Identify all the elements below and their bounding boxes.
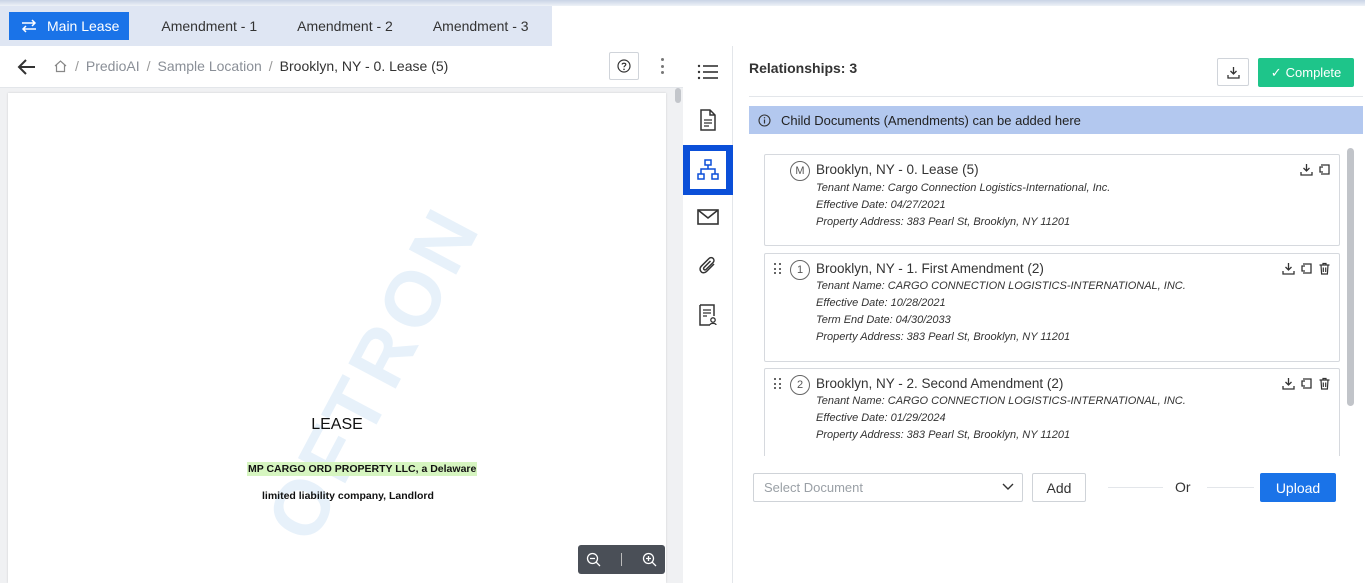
breadcrumb: / PredioAI / Sample Location / Brooklyn,… — [53, 58, 448, 74]
card-address: Property Address: 383 Pearl St, Brooklyn… — [816, 429, 1071, 441]
question-circle-icon — [617, 59, 631, 73]
breadcrumb-sample-location[interactable]: Sample Location — [157, 58, 261, 74]
card-address: Property Address: 383 Pearl St, Brooklyn… — [816, 331, 1071, 343]
breadcrumb-separator: / — [146, 58, 151, 74]
open-document-icon[interactable] — [1300, 377, 1313, 390]
relationship-card[interactable]: 1 Brooklyn, NY - 1. First Amendment (2) … — [764, 253, 1340, 362]
select-placeholder: Select Document — [764, 480, 863, 495]
card-tenant: Tenant Name: CARGO CONNECTION LOGISTICS-… — [816, 395, 1186, 407]
add-button[interactable]: Add — [1032, 473, 1086, 502]
card-title: Brooklyn, NY - 1. First Amendment (2) — [816, 261, 1044, 276]
trash-icon[interactable] — [1318, 262, 1331, 275]
tab-label: Amendment - 3 — [432, 18, 529, 34]
download-icon[interactable] — [1282, 377, 1295, 390]
complete-label: Complete — [1285, 65, 1342, 80]
arrow-left-icon — [17, 59, 35, 75]
home-icon[interactable] — [53, 59, 68, 73]
document-icon — [700, 109, 716, 131]
viewer-scrollbar[interactable] — [675, 88, 681, 103]
card-actions — [1300, 163, 1331, 176]
tab-main-lease[interactable]: Main Lease — [9, 12, 130, 40]
card-actions — [1282, 262, 1331, 275]
sitemap-icon — [697, 159, 719, 180]
breadcrumb-current: Brooklyn, NY - 0. Lease (5) — [279, 58, 449, 74]
card-tenant: Tenant Name: CARGO CONNECTION LOGISTICS-… — [816, 280, 1186, 292]
drag-handle-icon[interactable] — [774, 263, 782, 275]
card-badge: 1 — [790, 260, 810, 280]
tab-amendment-3[interactable]: Amendment - 3 — [417, 12, 545, 40]
card-badge: 2 — [790, 375, 810, 395]
rail-report-button[interactable] — [683, 290, 733, 340]
card-term-end-date: Term End Date: 04/30/2033 — [816, 314, 951, 326]
document-title: LEASE — [311, 416, 363, 433]
complete-button[interactable]: ✓ Complete — [1258, 58, 1354, 87]
trash-icon[interactable] — [1318, 377, 1331, 390]
open-document-icon[interactable] — [1300, 262, 1313, 275]
card-effective-date: Effective Date: 01/29/2024 — [816, 412, 946, 424]
back-button[interactable] — [16, 56, 38, 78]
document-viewer: OFTRON LEASE MP CARGO ORD PROPERTY LLC, … — [0, 88, 683, 583]
info-text: Child Documents (Amendments) can be adde… — [781, 112, 1081, 128]
info-banner: Child Documents (Amendments) can be adde… — [749, 106, 1363, 134]
zoom-divider — [621, 553, 622, 566]
document-tabs: Main Lease Amendment - 1 Amendment - 2 A… — [0, 6, 552, 46]
card-badge: M — [790, 161, 810, 181]
more-options-icon[interactable] — [656, 55, 668, 77]
or-divider — [1207, 487, 1254, 488]
help-button[interactable] — [609, 52, 639, 80]
rail-relationships-button[interactable] — [683, 145, 733, 195]
or-label: Or — [1175, 479, 1191, 495]
chevron-down-icon — [1002, 483, 1014, 490]
report-icon — [699, 304, 717, 326]
card-effective-date: Effective Date: 04/27/2021 — [816, 199, 946, 211]
card-title: Brooklyn, NY - 0. Lease (5) — [816, 162, 979, 177]
download-button[interactable] — [1217, 58, 1249, 86]
side-icon-rail — [683, 46, 733, 583]
card-address: Property Address: 383 Pearl St, Brooklyn… — [816, 216, 1071, 228]
breadcrumb-separator: / — [75, 58, 79, 74]
rail-outline-button[interactable] — [683, 47, 733, 97]
drag-handle-icon[interactable] — [774, 378, 782, 390]
check-icon: ✓ — [1270, 64, 1282, 80]
zoom-in-icon[interactable] — [642, 552, 657, 567]
list-icon — [697, 64, 718, 80]
viewer-header: / PredioAI / Sample Location / Brooklyn,… — [0, 46, 683, 88]
card-effective-date: Effective Date: 10/28/2021 — [816, 297, 946, 309]
rail-document-button[interactable] — [683, 95, 733, 145]
zoom-controls — [578, 545, 665, 574]
card-actions — [1282, 377, 1331, 390]
info-circle-icon — [758, 113, 771, 127]
breadcrumb-predioai[interactable]: PredioAI — [86, 58, 140, 74]
tab-label: Amendment - 2 — [297, 18, 393, 34]
tab-amendment-2[interactable]: Amendment - 2 — [281, 12, 409, 40]
document-page: OFTRON LEASE MP CARGO ORD PROPERTY LLC, … — [8, 93, 666, 583]
upload-button[interactable]: Upload — [1260, 473, 1336, 502]
download-icon — [1226, 66, 1240, 79]
open-document-icon[interactable] — [1318, 163, 1331, 176]
zoom-out-icon[interactable] — [586, 552, 601, 567]
download-icon[interactable] — [1282, 262, 1295, 275]
breadcrumb-separator: / — [268, 58, 273, 74]
tab-amendment-1[interactable]: Amendment - 1 — [145, 12, 273, 40]
document-landlord-line-2: limited liability company, Landlord — [262, 490, 434, 502]
download-icon[interactable] — [1300, 163, 1313, 176]
select-document-dropdown[interactable]: Select Document — [753, 473, 1023, 502]
document-landlord-line: MP CARGO ORD PROPERTY LLC, a Delaware — [247, 462, 478, 476]
header-divider — [749, 96, 1363, 97]
rail-attachments-button[interactable] — [683, 241, 733, 291]
mail-icon — [697, 209, 719, 225]
relationship-card[interactable]: M Brooklyn, NY - 0. Lease (5) Tenant Nam… — [764, 154, 1340, 246]
relationship-list: M Brooklyn, NY - 0. Lease (5) Tenant Nam… — [764, 154, 1340, 456]
tab-label: Main Lease — [47, 18, 120, 34]
card-tenant: Tenant Name: Cargo Connection Logistics-… — [816, 182, 1111, 194]
relationship-card[interactable]: 2 Brooklyn, NY - 2. Second Amendment (2)… — [764, 368, 1340, 456]
card-title: Brooklyn, NY - 2. Second Amendment (2) — [816, 376, 1064, 391]
or-divider — [1108, 487, 1163, 488]
paperclip-icon — [699, 256, 715, 274]
rail-mail-button[interactable] — [683, 192, 733, 242]
tab-label: Amendment - 1 — [161, 18, 258, 34]
list-scrollbar[interactable] — [1347, 148, 1354, 406]
swap-arrows-icon — [21, 19, 37, 33]
relationships-title: Relationships: 3 — [749, 60, 858, 76]
